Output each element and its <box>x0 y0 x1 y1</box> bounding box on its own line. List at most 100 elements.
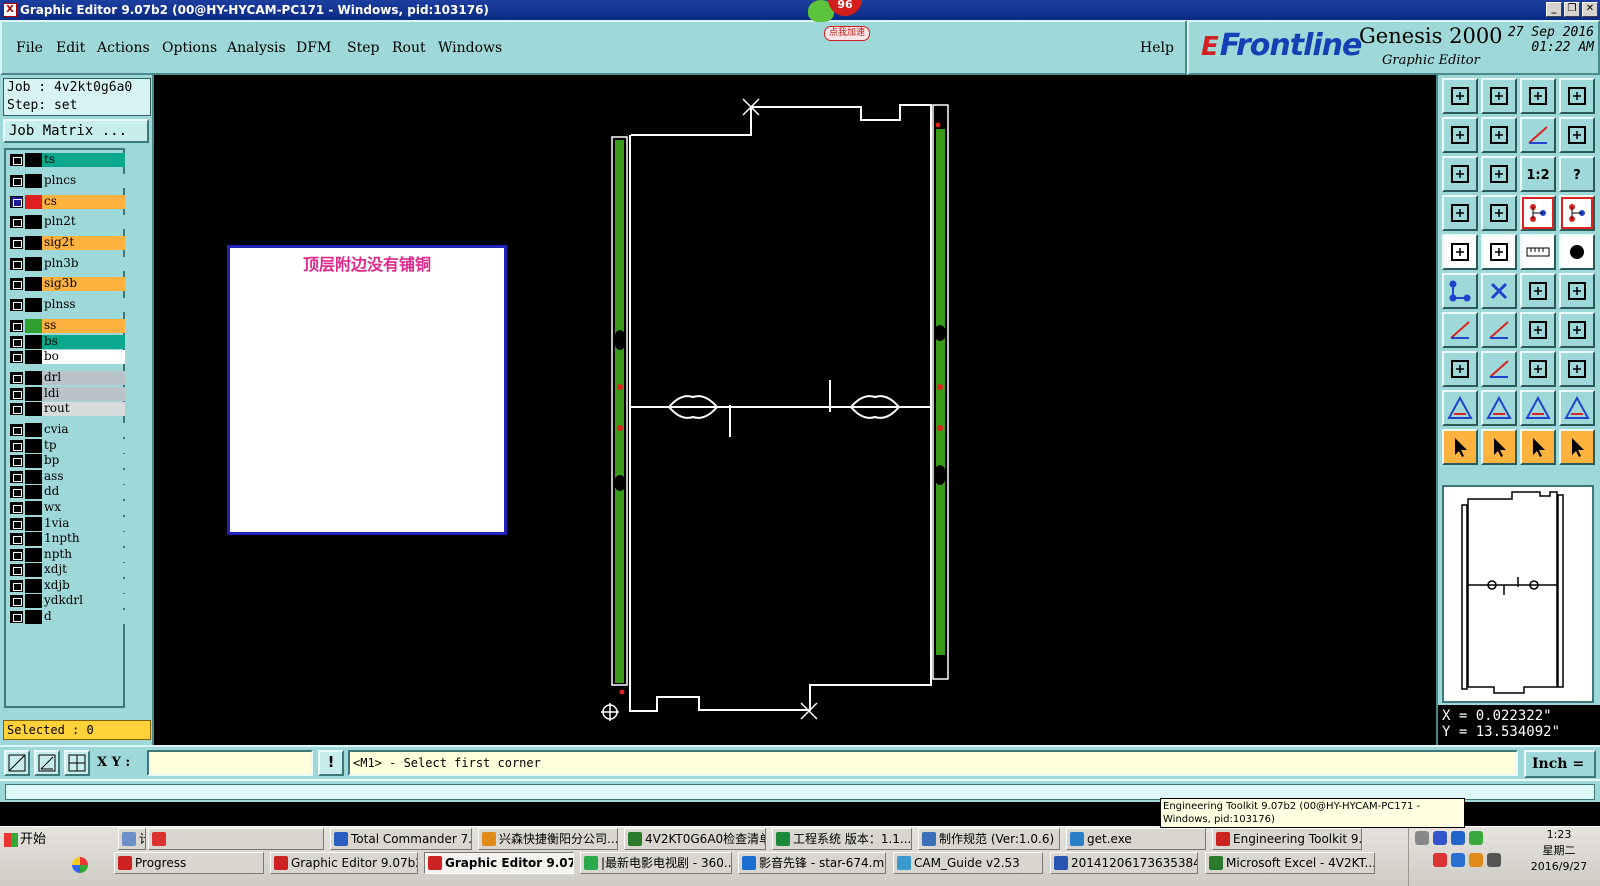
line-red-button[interactable] <box>1481 351 1517 387</box>
layer-checkbox[interactable] <box>10 320 23 332</box>
layer-name[interactable]: tp <box>42 439 125 453</box>
layer-checkbox[interactable] <box>10 196 23 208</box>
layer-name[interactable]: bs <box>42 335 125 349</box>
layer-row-ts[interactable]: ts <box>8 153 125 167</box>
layer-row-rout[interactable]: rout <box>8 402 125 416</box>
layer-color-swatch[interactable] <box>25 423 42 437</box>
layer-row-xdjt[interactable]: xdjt <box>8 563 125 577</box>
layer-row-d[interactable]: d <box>8 610 125 624</box>
clock[interactable]: 1:23 星期二 2016/9/27 <box>1519 827 1599 875</box>
layer-checkbox[interactable] <box>10 258 23 270</box>
layer-color-swatch[interactable] <box>25 563 42 577</box>
layer-row-1npth[interactable]: 1npth <box>8 532 125 546</box>
layer-checkbox[interactable] <box>10 440 23 452</box>
layer-name[interactable]: xdjb <box>42 579 125 593</box>
taskbar-button[interactable]: 制作规范 (Ver:1.0.6) <box>918 828 1060 850</box>
menu-file[interactable]: File <box>16 40 43 56</box>
layer-checkbox[interactable] <box>10 533 23 545</box>
layer-color-swatch[interactable] <box>25 277 42 291</box>
triangle-tool-3-button[interactable] <box>1520 390 1556 426</box>
layer-name[interactable]: bp <box>42 454 125 468</box>
layer-name[interactable]: drl <box>42 371 125 385</box>
undo-arc-button[interactable] <box>1520 312 1556 348</box>
pan-right-button[interactable] <box>1481 117 1517 153</box>
taskbar-button[interactable]: Microsoft Excel - 4V2KT... <box>1205 852 1375 874</box>
layer-name[interactable]: ydkdrl <box>42 594 125 608</box>
layer-row-wx[interactable]: wx <box>8 501 125 515</box>
select-arrow-3-button[interactable] <box>1520 429 1556 465</box>
zoom-home-button[interactable] <box>1442 78 1478 114</box>
zoom-in-button[interactable] <box>1481 78 1517 114</box>
layer-row-sig2t[interactable]: sig2t <box>8 236 125 250</box>
layer-checkbox[interactable] <box>10 580 23 592</box>
layer-color-swatch[interactable] <box>25 610 42 624</box>
layer-row-dd[interactable]: dd <box>8 485 125 499</box>
layer-color-swatch[interactable] <box>25 319 42 333</box>
security-shield-icon[interactable] <box>1469 831 1483 845</box>
layer-row-ass[interactable]: ass <box>8 470 125 484</box>
layer-checkbox[interactable] <box>10 455 23 467</box>
layer-name[interactable]: sig3b <box>42 277 125 291</box>
layer-color-swatch[interactable] <box>25 402 42 416</box>
layer-name[interactable]: ass <box>42 470 125 484</box>
help-button[interactable]: ? <box>1559 156 1595 192</box>
layer-checkbox[interactable] <box>10 486 23 498</box>
menu-rout[interactable]: Rout <box>392 40 426 56</box>
xy-input[interactable] <box>147 750 313 776</box>
layer-checkbox[interactable] <box>10 595 23 607</box>
layer-row-cs[interactable]: cs <box>8 195 125 209</box>
delete-x-button[interactable] <box>1481 273 1517 309</box>
layer-checkbox[interactable] <box>10 351 23 363</box>
measure-width-button[interactable] <box>1520 351 1556 387</box>
layer-row-tp[interactable]: tp <box>8 439 125 453</box>
start-button[interactable]: 开始 <box>2 829 52 851</box>
layer-row-sig3b[interactable]: sig3b <box>8 277 125 291</box>
menu-windows[interactable]: Windows <box>438 40 502 56</box>
layer-color-swatch[interactable] <box>25 174 42 188</box>
layer-color-swatch[interactable] <box>25 485 42 499</box>
grid-mode-button[interactable] <box>64 750 90 776</box>
taskbar-button[interactable]: Engineering Toolkit 9.... <box>1212 828 1362 850</box>
layer-row-plnss[interactable]: plnss <box>8 298 125 312</box>
taskbar-button[interactable]: get.exe <box>1066 828 1206 850</box>
layer-color-swatch[interactable] <box>25 501 42 515</box>
triangle-tool-4-button[interactable] <box>1559 390 1595 426</box>
layer-color-swatch[interactable] <box>25 298 42 312</box>
layer-row-ss[interactable]: ss <box>8 319 125 333</box>
layer-row-pln2t[interactable]: pln2t <box>8 215 125 229</box>
layer-row-npth[interactable]: npth <box>8 548 125 562</box>
taskbar-button[interactable]: 计算器 <box>118 828 146 850</box>
menu-options[interactable]: Options <box>162 40 217 56</box>
angle-tool-button[interactable] <box>1442 312 1478 348</box>
layer-name[interactable]: cs <box>42 195 125 209</box>
layer-name[interactable]: 1via <box>42 517 125 531</box>
step-button[interactable] <box>1559 117 1595 153</box>
fit-all-button[interactable] <box>1481 156 1517 192</box>
layer-row-bp[interactable]: bp <box>8 454 125 468</box>
menu-step[interactable]: Step <box>347 40 379 56</box>
layer-checkbox[interactable] <box>10 154 23 166</box>
edit-shape-button[interactable] <box>1481 234 1517 270</box>
connect-button[interactable] <box>1442 273 1478 309</box>
speedup-badge[interactable]: 96 点我加速 <box>800 0 870 46</box>
layer-color-swatch[interactable] <box>25 454 42 468</box>
quick-launch-icon[interactable] <box>72 857 88 873</box>
tool-settings-button[interactable] <box>1442 195 1478 231</box>
pattern-button[interactable] <box>1559 351 1595 387</box>
tray-arrow-icon[interactable] <box>1415 831 1429 845</box>
layer-color-swatch[interactable] <box>25 548 42 562</box>
layer-row-cvia[interactable]: cvia <box>8 423 125 437</box>
layer-color-swatch[interactable] <box>25 517 42 531</box>
graphic-canvas[interactable]: 顶层附边没有铺铜 <box>154 75 1436 745</box>
layer-name[interactable]: sig2t <box>42 236 125 250</box>
taskbar-button[interactable]: CAM_Guide v2.53 <box>893 852 1043 874</box>
layer-checkbox[interactable] <box>10 502 23 514</box>
layer-row-xdjb[interactable]: xdjb <box>8 579 125 593</box>
layer-name[interactable]: pln2t <box>42 215 125 229</box>
layer-name[interactable]: ts <box>42 153 125 167</box>
layer-name[interactable]: d <box>42 610 125 624</box>
volume-icon[interactable] <box>1487 853 1501 867</box>
close-button[interactable]: ✕ <box>1582 2 1598 17</box>
overview-map[interactable] <box>1442 485 1594 703</box>
layer-name[interactable]: pln3b <box>42 257 125 271</box>
